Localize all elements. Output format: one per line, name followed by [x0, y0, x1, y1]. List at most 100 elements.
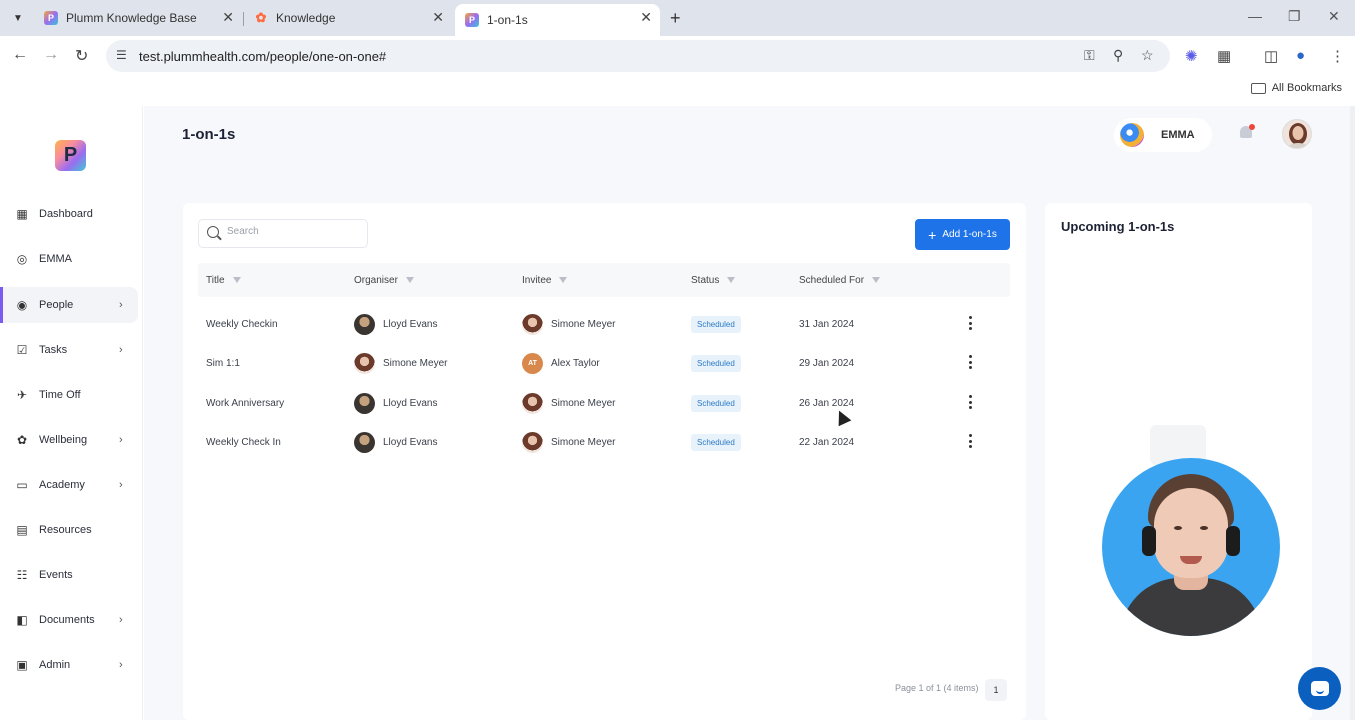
minimize-icon[interactable]: —	[1248, 8, 1262, 24]
browser-tab-bar: ▼ P Plumm Knowledge Base ✕ ✿ Knowledge ✕…	[0, 0, 1355, 36]
plumm-logo[interactable]: P	[55, 140, 86, 171]
user-avatar[interactable]	[1282, 119, 1312, 149]
wellbeing-icon: ✿	[16, 433, 28, 447]
password-key-icon[interactable]: ⚿	[1084, 47, 1095, 64]
sidebar-item-wellbeing[interactable]: ✿ Wellbeing ›	[0, 422, 138, 458]
row-status: Scheduled	[691, 305, 741, 343]
status-badge: Scheduled	[691, 394, 741, 412]
filter-icon[interactable]	[559, 276, 568, 285]
sidebar-item-people[interactable]: ◉ People ›	[0, 287, 138, 323]
address-bar-row: ← → ↻ ☰ test.plummhealth.com/people/one-…	[0, 36, 1355, 76]
sidebar-item-admin[interactable]: ▣ Admin ›	[0, 647, 138, 683]
row-title: Weekly Checkin	[206, 318, 278, 330]
tab-search-chevron-icon[interactable]: ▼	[8, 8, 28, 28]
notification-bell-icon[interactable]	[1239, 124, 1255, 141]
emma-assistant-button[interactable]: EMMA	[1114, 118, 1212, 152]
sidebar-item-emma[interactable]: ◎ EMMA	[0, 241, 138, 277]
profile-icon[interactable]: ●	[1296, 47, 1305, 64]
all-bookmarks[interactable]: All Bookmarks	[1250, 82, 1342, 94]
browser-tab-2[interactable]: ✿ Knowledge ✕	[244, 4, 452, 32]
site-info-icon[interactable]: ☰	[116, 48, 127, 62]
sidebar-item-label: EMMA	[39, 253, 72, 265]
logo-letter: P	[63, 144, 78, 166]
bookmark-star-icon[interactable]: ☆	[1141, 47, 1154, 64]
zoom-icon[interactable]: ⚲	[1113, 47, 1123, 64]
browser-menu-icon[interactable]: ⋮	[1330, 47, 1345, 65]
browser-tab-1[interactable]: P Plumm Knowledge Base ✕	[34, 4, 242, 32]
status-badge: Scheduled	[691, 315, 741, 333]
sidebar-item-resources[interactable]: ▤ Resources	[0, 512, 138, 548]
omnibox[interactable]: ☰ test.plummhealth.com/people/one-on-one…	[106, 40, 1170, 72]
puzzle-extensions-icon[interactable]: ▦	[1217, 47, 1231, 65]
avatar	[354, 392, 375, 414]
avatar	[354, 313, 375, 335]
sidebar-item-documents[interactable]: ◧ Documents ›	[0, 602, 138, 638]
back-icon[interactable]: ←	[12, 46, 28, 64]
reload-icon[interactable]: ↻	[75, 46, 88, 66]
column-label: Organiser	[354, 275, 398, 286]
sidebar-item-academy[interactable]: ▭ Academy ›	[0, 467, 138, 503]
extension-icon[interactable]: ✺	[1185, 47, 1198, 65]
table-row[interactable]: Weekly Check In Lloyd Evans Simone Meyer…	[198, 423, 1010, 461]
column-header-organiser[interactable]: Organiser	[354, 275, 415, 286]
column-header-scheduled-for[interactable]: Scheduled For	[799, 275, 881, 286]
sidebar-item-label: Events	[39, 569, 73, 581]
add-one-on-one-button[interactable]: + Add 1-on-1s	[915, 219, 1010, 250]
chevron-right-icon: ›	[119, 614, 123, 626]
filter-icon[interactable]	[872, 276, 881, 285]
column-label: Status	[691, 275, 720, 286]
table-row[interactable]: Weekly Checkin Lloyd Evans Simone Meyer …	[198, 305, 1010, 343]
close-tab-icon[interactable]: ✕	[640, 9, 652, 26]
resources-icon: ▤	[16, 523, 28, 537]
column-header-status[interactable]: Status	[691, 275, 736, 286]
sidebar-item-time-off[interactable]: ✈ Time Off	[0, 377, 138, 413]
sidebar-item-dashboard[interactable]: ▦ Dashboard	[0, 196, 138, 232]
row-scheduled-for: 22 Jan 2024	[799, 436, 855, 448]
sidebar-item-label: Documents	[39, 614, 95, 626]
row-organiser: Simone Meyer	[354, 344, 447, 382]
row-scheduled-for: 29 Jan 2024	[799, 357, 855, 369]
close-tab-icon[interactable]: ✕	[432, 9, 444, 26]
sidebar-item-events[interactable]: ☷ Events	[0, 557, 138, 593]
emma-sparkle-icon	[1120, 123, 1144, 147]
browser-tab-active[interactable]: P 1-on-1s ✕	[455, 4, 660, 36]
all-bookmarks-label: All Bookmarks	[1271, 82, 1342, 94]
chat-support-button[interactable]	[1298, 667, 1341, 710]
page-scrollbar[interactable]	[1350, 106, 1355, 720]
webcam-person-face	[1154, 488, 1228, 578]
forward-icon[interactable]: →	[43, 46, 59, 64]
row-actions-kebab-icon[interactable]	[968, 395, 972, 409]
row-status: Scheduled	[691, 384, 741, 422]
emma-icon: ◎	[16, 252, 28, 266]
chevron-right-icon: ›	[119, 659, 123, 671]
column-label: Title	[206, 275, 225, 286]
close-tab-icon[interactable]: ✕	[222, 9, 234, 26]
page-number-button[interactable]: 1	[985, 679, 1007, 701]
search-input[interactable]	[227, 226, 357, 237]
row-organiser: Lloyd Evans	[354, 305, 437, 343]
table-row[interactable]: Sim 1:1 Simone Meyer AT Alex Taylor Sched…	[198, 344, 1010, 382]
search-box	[198, 219, 368, 248]
sidebar-item-tasks[interactable]: ☑ Tasks ›	[0, 332, 138, 368]
chat-bubble-icon	[1310, 681, 1329, 696]
sidebar-item-label: Admin	[39, 659, 71, 671]
row-actions-kebab-icon[interactable]	[968, 434, 972, 448]
column-header-invitee[interactable]: Invitee	[522, 275, 568, 286]
row-title: Work Anniversary	[206, 397, 285, 409]
sidebar-item-label: People	[39, 299, 74, 311]
plumm-favicon-icon: P	[44, 11, 58, 25]
table-row[interactable]: Work Anniversary Lloyd Evans Simone Meye…	[198, 384, 1010, 422]
row-actions-kebab-icon[interactable]	[968, 316, 972, 330]
row-title: Weekly Check In	[206, 436, 281, 448]
filter-icon[interactable]	[232, 276, 242, 285]
row-invitee: Simone Meyer	[522, 305, 615, 343]
row-actions-kebab-icon[interactable]	[968, 355, 972, 369]
filter-icon[interactable]	[727, 276, 736, 285]
new-tab-icon[interactable]: +	[670, 8, 681, 29]
restore-icon[interactable]: ❐	[1288, 8, 1301, 25]
book-icon: ▭	[16, 478, 28, 492]
column-header-title[interactable]: Title	[206, 275, 242, 286]
filter-icon[interactable]	[405, 276, 415, 285]
window-close-icon[interactable]: ✕	[1328, 8, 1340, 25]
side-panel-icon[interactable]: ◫	[1264, 47, 1278, 65]
